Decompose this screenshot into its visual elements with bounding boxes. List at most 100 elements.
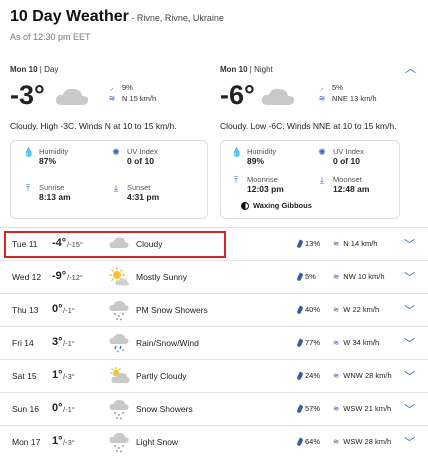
forecast-condition: Mostly Sunny [136,272,188,282]
uv-icon: ✺ [318,147,326,157]
forecast-precip: 77% [296,338,320,347]
expand-chevron-down-icon[interactable]: ﹀ [404,302,415,318]
humidity-cell: 💧 Humidity 89% [231,147,277,166]
snow-cloud-icon [108,398,130,420]
forecast-low-temp: /-12° [67,273,83,282]
moonset-cell: ⤓ Moonset 12:48 am [317,175,369,195]
forecast-row[interactable]: Wed 12 -9°/-12° Mostly Sunny 5% ≋ NW 10 km/h ﹀ [0,260,428,293]
sunset-cell: ⤓ Sunset 4:31 pm [111,183,159,203]
moonrise-cell: ⤒ Moonrise 12:03 pm [231,175,284,195]
forecast-row[interactable]: Fri 14 3°/-1° Rain/Snow/Wind 77% ≋ W 34 km/h ﹀ [0,326,428,359]
precip-icon [296,338,304,347]
snow-cloud-icon [108,299,130,321]
forecast-low-temp: /-1° [63,405,75,414]
forecast-high-temp: 0° [52,402,63,414]
forecast-wind: ≋ WSW 28 km/h [333,437,392,446]
forecast-wind: ≋ WNW 28 km/h [333,371,392,380]
forecast-date: Fri 14 [12,338,34,348]
day-precip: ⸝ 9% [110,83,133,92]
night-panel-title: Mon 10 | Night [220,65,273,74]
expand-chevron-down-icon[interactable]: ﹀ [404,269,415,285]
forecast-list: Tue 11 -4°/-15° Cloudy 13% ≋ N 14 km/h ﹀ Wed 12… [0,227,428,458]
precip-icon [296,371,304,380]
forecast-condition: PM Snow Showers [136,305,208,315]
wind-icon: ≋ [333,437,340,446]
forecast-wind: ≋ W 34 km/h [333,338,380,347]
forecast-date: Wed 12 [12,272,42,282]
forecast-precip: 64% [296,437,320,446]
forecast-high-temp: 1° [52,435,63,447]
precip-icon [296,437,304,446]
precip-icon [296,305,304,314]
forecast-condition: Rain/Snow/Wind [136,338,199,348]
expand-chevron-down-icon[interactable]: ﹀ [404,401,415,417]
forecast-row[interactable]: Thu 13 0°/-1° PM Snow Showers 40% ≋ W 22 km/h… [0,293,428,326]
forecast-row[interactable]: Sun 16 0°/-1° Snow Showers 57% ≋ WSW 21 km/h ﹀ [0,392,428,425]
forecast-date: Thu 13 [12,305,39,315]
forecast-low-temp: /-3° [63,438,75,447]
forecast-precip: 13% [296,239,320,248]
cloud-icon [55,88,89,105]
uv-icon: ✺ [112,147,120,157]
wind-icon: ≋ [108,94,116,103]
moon-phase: Waxing Gibbous [241,201,312,210]
precip-icon: ⸝ [110,83,114,92]
night-precip: ⸝ 5% [320,83,343,92]
forecast-precip: 5% [296,272,316,281]
moon-phase-icon [241,201,249,210]
expand-chevron-down-icon[interactable]: ﹀ [404,434,415,450]
forecast-high-temp: 0° [52,303,63,315]
forecast-precip: 24% [296,371,320,380]
uv-index-cell: ✺ UV Index 0 of 10 [112,147,158,166]
today-night-panel: Mon 10 | Night -6° ⸝ 5% ≋ NNE 13 km/h Clou… [220,65,400,132]
moonset-icon: ⤓ [320,175,324,185]
forecast-date: Sun 16 [12,404,39,414]
forecast-low-temp: /-1° [63,306,75,315]
humidity-cell: 💧 Humidity 87% [23,147,69,166]
forecast-condition: Partly Cloudy [136,371,187,381]
sun-icon [108,266,130,288]
humidity-icon: 💧 [23,147,35,157]
forecast-high-temp: 1° [52,369,63,381]
sunrise-cell: ⤒ Sunrise 8:13 am [23,183,71,203]
forecast-high-temp: -9° [52,270,67,282]
forecast-condition: Light Snow [136,437,179,447]
forecast-row[interactable]: Mon 17 1°/-3° Light Snow 64% ≋ WSW 28 km/h ﹀ [0,425,428,458]
snow-cloud-icon [108,431,130,453]
forecast-wind: ≋ NW 10 km/h [333,272,385,281]
forecast-low-temp: /-1° [63,339,75,348]
forecast-low-temp: /-3° [63,372,75,381]
precip-icon [296,239,304,248]
forecast-date: Sat 15 [12,371,37,381]
forecast-wind: ≋ WSW 21 km/h [333,404,392,413]
forecast-condition: Snow Showers [136,404,193,414]
day-wind: ≋ N 15 km/h [108,94,157,103]
page-title: 10 Day Weather [10,8,129,25]
expand-chevron-down-icon[interactable]: ﹀ [404,335,415,351]
wind-icon: ≋ [333,371,340,380]
forecast-date: Mon 17 [12,437,41,447]
precip-icon [296,404,304,413]
night-wind: ≋ NNE 13 km/h [318,94,377,103]
forecast-wind: ≋ W 22 km/h [333,305,380,314]
forecast-row[interactable]: Sat 15 1°/-3° Partly Cloudy 24% ≋ WNW 28 km/h… [0,359,428,392]
wind-icon: ≋ [333,272,340,281]
wind-icon: ≋ [333,338,340,347]
location-label: - Rivne, Rivne, Ukraine [128,13,224,23]
wind-icon: ≋ [318,94,326,103]
expand-chevron-down-icon[interactable]: ﹀ [404,236,415,252]
expand-chevron-down-icon[interactable]: ﹀ [404,368,415,384]
precip-icon [296,272,304,281]
night-details-card: 💧 Humidity 89% ✺ UV Index 0 of 10 ⤒ Moonri… [220,140,400,219]
day-description: Cloudy. High -3C. Winds N at 10 to 15 km… [10,121,177,131]
day-temperature: -3° [10,80,45,110]
forecast-precip: 40% [296,305,320,314]
sunset-icon: ⤓ [114,183,118,193]
sunrise-icon: ⤒ [26,183,30,193]
page-header: 10 Day Weather - Rivne, Rivne, Ukraine A… [10,8,418,42]
night-description: Cloudy. Low -6C. Winds NNE at 10 to 15 k… [220,121,397,131]
collapse-chevron-up-icon[interactable]: ︿ [405,60,416,76]
cloud-icon [261,88,295,105]
forecast-high-temp: 3° [52,336,63,348]
wind-icon: ≋ [333,305,340,314]
